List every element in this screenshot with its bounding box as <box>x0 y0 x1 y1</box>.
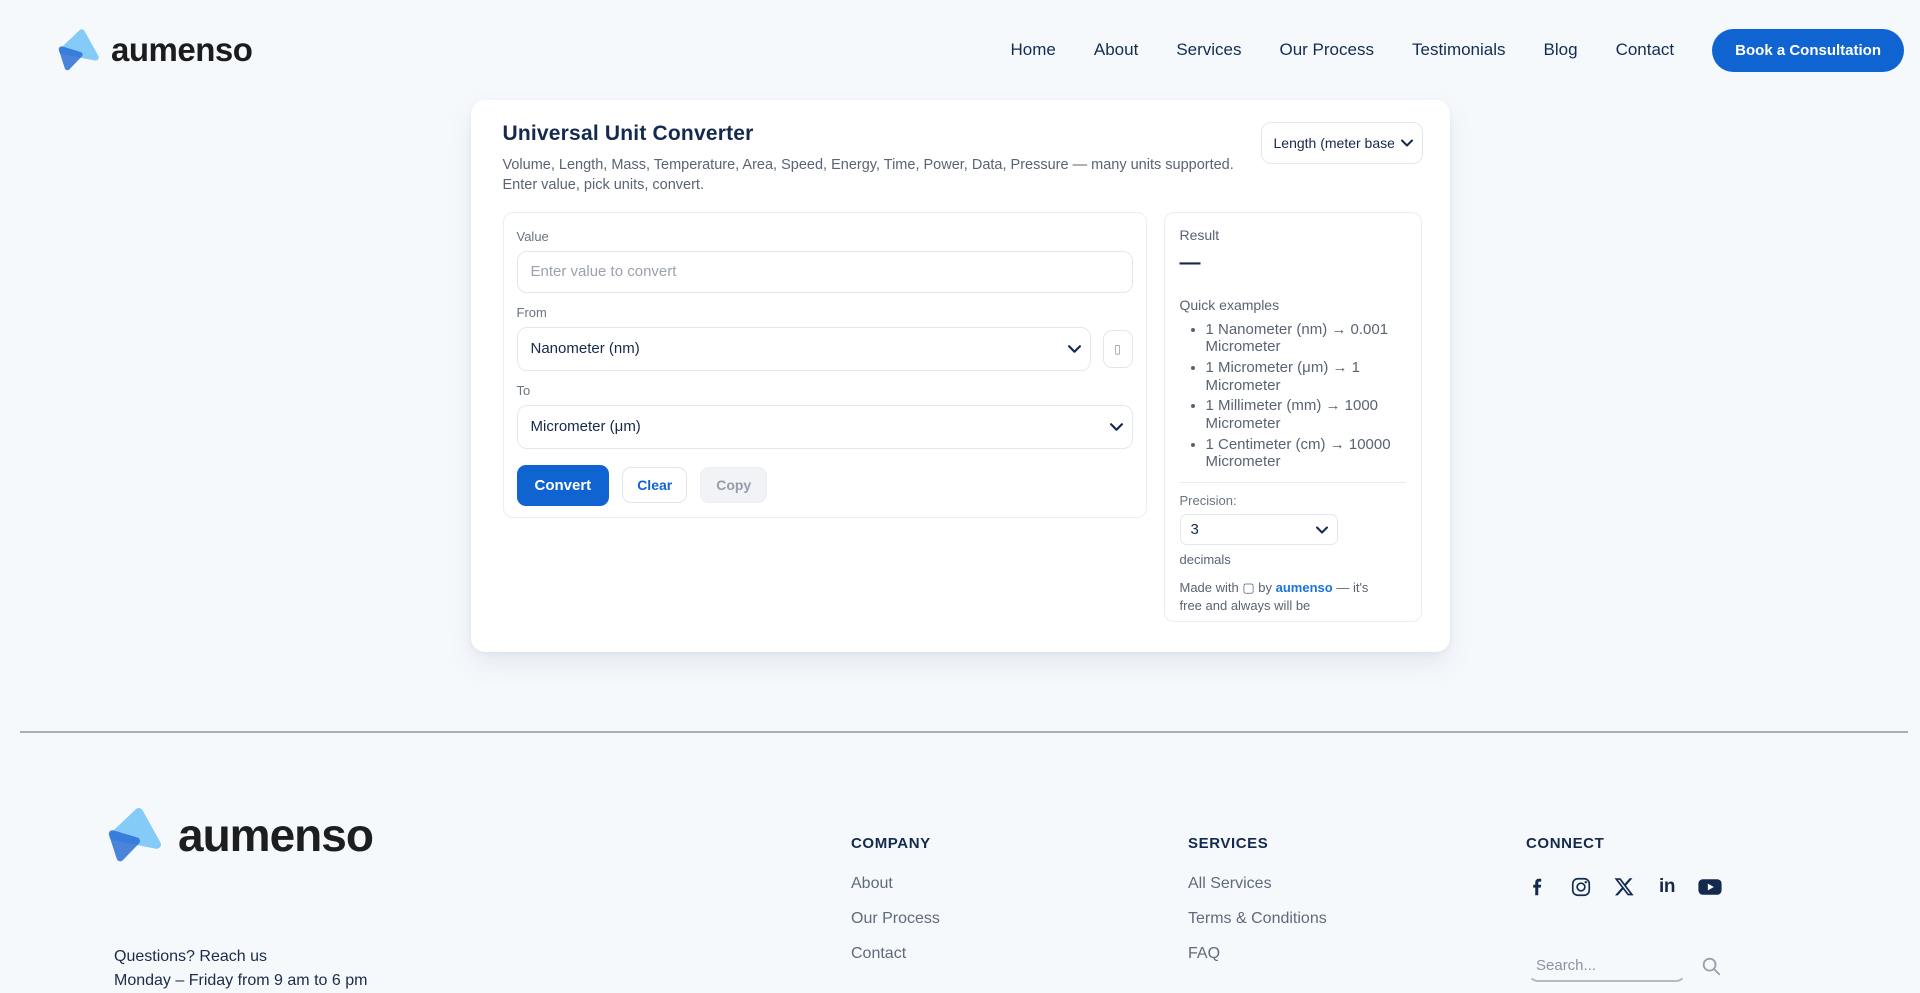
to-select[interactable]: Micrometer (μm) <box>517 405 1133 449</box>
converter-card: Universal Unit Converter Volume, Length,… <box>471 100 1450 652</box>
quick-examples-label: Quick examples <box>1180 297 1406 313</box>
from-label: From <box>517 305 1133 320</box>
quick-example-item: 1 Nanometer (nm) → 0.001 Micrometer <box>1206 321 1406 356</box>
footer-questions: Questions? Reach us <box>114 948 267 966</box>
result-panel: Result — Quick examples 1 Nanometer (nm)… <box>1164 212 1422 622</box>
social-link-instagram[interactable] <box>1569 875 1593 899</box>
footer-brand-logo[interactable]: aumenso <box>104 805 373 865</box>
converter-form-panel: Value From Nanometer (nm) ▯ To <box>503 212 1147 518</box>
search-button[interactable] <box>1700 955 1722 982</box>
copy-button[interactable]: Copy <box>700 467 767 503</box>
nav-item-home[interactable]: Home <box>1011 40 1056 60</box>
footer-search <box>1528 951 1722 982</box>
category-select[interactable]: Length (meter base <box>1261 122 1423 164</box>
nav-item-services[interactable]: Services <box>1176 40 1241 60</box>
footer-link-terms[interactable]: Terms & Conditions <box>1188 910 1327 928</box>
from-select[interactable]: Nanometer (nm) <box>517 327 1091 371</box>
convert-button[interactable]: Convert <box>517 465 610 506</box>
social-link-x[interactable] <box>1612 875 1636 899</box>
swap-icon: ▯ <box>1114 342 1121 356</box>
quick-example-item: 1 Millimeter (mm) → 1000 Micrometer <box>1206 397 1406 432</box>
facebook-icon <box>1527 876 1549 898</box>
social-link-facebook[interactable] <box>1526 875 1550 899</box>
value-label: Value <box>517 229 1133 244</box>
footer-services-column: SERVICES All Services Terms & Conditions… <box>1188 835 1327 963</box>
result-label: Result <box>1180 227 1406 243</box>
nav-item-testimonials[interactable]: Testimonials <box>1412 40 1506 60</box>
precision-suffix: decimals <box>1180 552 1406 567</box>
linkedin-icon: in <box>1659 876 1675 898</box>
brand-logo[interactable]: aumenso <box>55 27 252 73</box>
youtube-icon <box>1698 877 1722 897</box>
precision-select[interactable]: 3 <box>1180 514 1338 545</box>
quick-example-item: 1 Micrometer (μm) → 1 Micrometer <box>1206 359 1406 394</box>
footer-company-column: COMPANY About Our Process Contact <box>851 835 940 963</box>
footer-connect-heading: CONNECT <box>1526 835 1722 852</box>
nav-item-blog[interactable]: Blog <box>1544 40 1578 60</box>
converter-title: Universal Unit Converter <box>503 122 1245 146</box>
footer-link-our-process[interactable]: Our Process <box>851 910 940 928</box>
footer-brand-name: aumenso <box>178 808 373 862</box>
credit-line: Made with ▢ by aumenso — it's free and a… <box>1180 579 1392 614</box>
footer: aumenso Questions? Reach us Monday – Fri… <box>0 733 1920 993</box>
quick-example-item: 1 Centimeter (cm) → 10000 Micrometer <box>1206 436 1406 471</box>
footer-link-faq[interactable]: FAQ <box>1188 945 1327 963</box>
footer-search-input[interactable] <box>1528 951 1686 982</box>
footer-brand-icon <box>104 805 164 865</box>
brand-name: aumenso <box>111 31 252 69</box>
instagram-icon <box>1570 876 1592 898</box>
footer-link-contact[interactable]: Contact <box>851 945 940 963</box>
social-link-linkedin[interactable]: in <box>1655 875 1679 899</box>
clear-button[interactable]: Clear <box>622 467 687 503</box>
footer-link-about[interactable]: About <box>851 875 940 893</box>
panel-divider <box>1180 482 1406 483</box>
nav-item-our-process[interactable]: Our Process <box>1280 40 1374 60</box>
social-link-youtube[interactable] <box>1698 875 1722 899</box>
x-icon <box>1614 876 1635 897</box>
quick-examples-list: 1 Nanometer (nm) → 0.001 Micrometer 1 Mi… <box>1180 321 1406 472</box>
swap-units-button[interactable]: ▯ <box>1103 330 1133 368</box>
header: aumenso Home About Services Our Process … <box>0 0 1920 100</box>
result-value: — <box>1180 251 1406 275</box>
heart-glyph-icon: ▢ <box>1242 580 1254 595</box>
footer-services-heading: SERVICES <box>1188 835 1327 852</box>
footer-hours: Monday – Friday from 9 am to 6 pm <box>114 972 367 990</box>
precision-label: Precision: <box>1180 493 1406 508</box>
footer-link-all-services[interactable]: All Services <box>1188 875 1327 893</box>
nav-item-contact[interactable]: Contact <box>1616 40 1675 60</box>
credit-link[interactable]: aumenso <box>1276 580 1333 595</box>
converter-subtitle: Volume, Length, Mass, Temperature, Area,… <box>503 155 1245 196</box>
footer-connect-column: CONNECT in <box>1526 835 1722 899</box>
footer-company-heading: COMPANY <box>851 835 940 852</box>
value-input[interactable] <box>517 251 1133 293</box>
brand-logo-icon <box>55 27 101 73</box>
main-nav: Home About Services Our Process Testimon… <box>1011 29 1904 72</box>
nav-item-about[interactable]: About <box>1094 40 1138 60</box>
book-consultation-button[interactable]: Book a Consultation <box>1712 29 1904 72</box>
to-label: To <box>517 383 1133 398</box>
search-icon <box>1700 955 1722 977</box>
